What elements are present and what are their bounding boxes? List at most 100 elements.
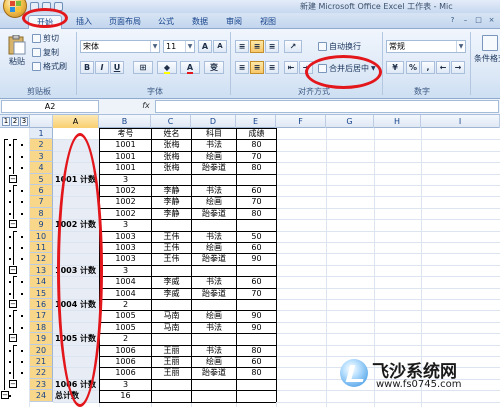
cell-d21[interactable]: 绘画 <box>193 356 235 367</box>
borders-button[interactable]: ⊞ <box>133 61 153 74</box>
row-header[interactable]: 8 <box>30 207 53 220</box>
cell-b9[interactable]: 3 <box>101 219 150 230</box>
cell-d4[interactable]: 跆拳道 <box>193 162 235 173</box>
tab-formulas[interactable]: 公式 <box>152 15 180 29</box>
cell-c15[interactable]: 李威 <box>153 288 190 299</box>
collapse-button[interactable]: − <box>9 334 17 343</box>
cell-c7[interactable]: 李静 <box>153 196 190 207</box>
cell-c22[interactable]: 王丽 <box>153 367 190 378</box>
cell-c5[interactable] <box>153 174 190 185</box>
row-header[interactable]: 1 <box>30 128 53 140</box>
align-right-button[interactable]: ≡ <box>265 61 279 74</box>
cell-b7[interactable]: 1002 <box>101 196 150 207</box>
collapse-button[interactable]: − <box>9 379 17 388</box>
cell-e6[interactable]: 60 <box>238 185 275 196</box>
cell-b19[interactable]: 2 <box>101 333 150 344</box>
outline-level-1[interactable]: 1 <box>2 117 10 126</box>
cell-b17[interactable]: 1005 <box>101 310 150 321</box>
cell-d24[interactable] <box>193 390 235 401</box>
row-header[interactable]: 20 <box>30 344 53 356</box>
cell-b24[interactable]: 16 <box>101 390 150 401</box>
row-header[interactable]: 2 <box>30 139 53 151</box>
cell-b3[interactable]: 1001 <box>101 151 150 162</box>
cell-b1[interactable]: 考号 <box>101 128 150 139</box>
cell-c9[interactable] <box>153 219 190 230</box>
cell-d6[interactable]: 书法 <box>193 185 235 196</box>
cell-d5[interactable] <box>193 174 235 185</box>
row-header[interactable]: 6 <box>30 185 53 197</box>
increase-decimal-button[interactable]: ← <box>436 61 450 74</box>
copy-button[interactable]: 复制 <box>32 47 59 58</box>
cell-c16[interactable] <box>153 299 190 310</box>
cell-c13[interactable] <box>153 265 190 276</box>
cell-e17[interactable]: 90 <box>238 310 275 321</box>
cell-c6[interactable]: 李静 <box>153 185 190 196</box>
row-header[interactable]: 21 <box>30 356 53 368</box>
cell-e16[interactable] <box>238 299 275 310</box>
tab-data[interactable]: 数据 <box>186 15 214 29</box>
help-icon[interactable]: ? <box>448 16 457 25</box>
outline-level-3[interactable]: 3 <box>20 117 28 126</box>
cell-e14[interactable]: 60 <box>238 276 275 287</box>
comma-button[interactable]: , <box>421 61 435 74</box>
align-top-button[interactable]: ≡ <box>235 40 249 53</box>
cell-d11[interactable]: 绘画 <box>193 242 235 253</box>
select-all-corner[interactable] <box>30 115 53 128</box>
tab-review[interactable]: 审阅 <box>220 15 248 29</box>
cell-e15[interactable]: 70 <box>238 288 275 299</box>
row-header[interactable]: 5 <box>30 173 53 185</box>
cell-b11[interactable]: 1003 <box>101 242 150 253</box>
row-header[interactable]: 16 <box>30 299 53 311</box>
column-header-g[interactable]: G <box>326 115 374 128</box>
cell-e7[interactable]: 70 <box>238 196 275 207</box>
percent-button[interactable]: % <box>406 61 420 74</box>
wrap-text-button[interactable]: 自动换行 <box>318 41 361 52</box>
cell-d1[interactable]: 科目 <box>193 128 235 139</box>
cell-c8[interactable]: 李静 <box>153 208 190 219</box>
cell-d7[interactable]: 绘画 <box>193 196 235 207</box>
cell-e2[interactable]: 80 <box>238 139 275 150</box>
row-header[interactable]: 17 <box>30 310 53 322</box>
collapse-button[interactable]: − <box>1 391 9 400</box>
cell-b12[interactable]: 1003 <box>101 253 150 264</box>
font-size-select[interactable]: 11 ▼ <box>163 40 195 53</box>
cell-e24[interactable] <box>238 390 275 401</box>
cell-b16[interactable]: 2 <box>101 299 150 310</box>
row-header[interactable]: 13 <box>30 264 53 277</box>
cell-e20[interactable]: 80 <box>238 345 275 356</box>
cell-e3[interactable]: 70 <box>238 151 275 162</box>
cell-d20[interactable]: 书法 <box>193 345 235 356</box>
tab-page-layout[interactable]: 页面布局 <box>104 15 146 29</box>
cell-b6[interactable]: 1002 <box>101 185 150 196</box>
orientation-button[interactable]: ↗ <box>284 40 302 53</box>
italic-button[interactable]: I <box>95 61 109 74</box>
phonetic-button[interactable]: 变 <box>204 61 224 74</box>
cell-d8[interactable]: 跆拳道 <box>193 208 235 219</box>
collapse-button[interactable]: − <box>9 300 17 308</box>
cell-e12[interactable]: 90 <box>238 253 275 264</box>
row-header[interactable]: 10 <box>30 230 53 242</box>
cell-b20[interactable]: 1006 <box>101 345 150 356</box>
cell-e9[interactable] <box>238 219 275 230</box>
cell-d14[interactable]: 书法 <box>193 276 235 287</box>
outline-level-2[interactable]: 2 <box>11 117 19 126</box>
cell-d22[interactable]: 跆拳道 <box>193 367 235 378</box>
underline-button[interactable]: U <box>110 61 124 74</box>
align-center-button[interactable]: ≡ <box>250 61 264 74</box>
tab-insert[interactable]: 插入 <box>70 15 98 29</box>
cell-e8[interactable]: 80 <box>238 208 275 219</box>
cell-b15[interactable]: 1004 <box>101 288 150 299</box>
number-format-select[interactable]: 常规 ▼ <box>386 40 466 53</box>
cell-c11[interactable]: 王伟 <box>153 242 190 253</box>
cell-e21[interactable]: 60 <box>238 356 275 367</box>
cell-b18[interactable]: 1005 <box>101 322 150 333</box>
cell-c18[interactable]: 马南 <box>153 322 190 333</box>
cell-d13[interactable] <box>193 265 235 276</box>
column-header-b[interactable]: B <box>99 115 151 128</box>
cell-c17[interactable]: 马南 <box>153 310 190 321</box>
cell-d16[interactable] <box>193 299 235 310</box>
cell-d10[interactable]: 书法 <box>193 231 235 242</box>
cell-d17[interactable]: 绘画 <box>193 310 235 321</box>
cell-c20[interactable]: 王丽 <box>153 345 190 356</box>
row-header[interactable]: 3 <box>30 150 53 163</box>
